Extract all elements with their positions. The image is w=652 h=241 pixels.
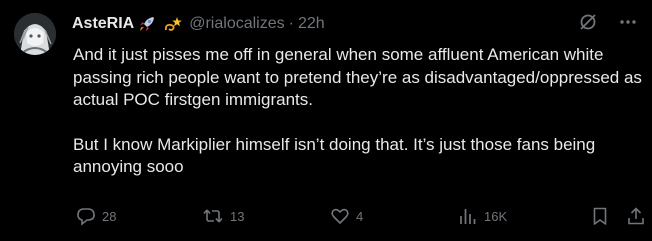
repost-count: 13: [230, 208, 245, 224]
post: AsteRIA @rialocalizes · 22h And it just …: [0, 0, 652, 241]
bookmark-button[interactable]: [590, 206, 610, 226]
timestamp[interactable]: 22h: [298, 14, 325, 34]
repost-icon: [202, 206, 224, 226]
like-icon: [330, 206, 350, 226]
user-handle[interactable]: @rialocalizes: [189, 14, 284, 34]
share-icon: [626, 206, 646, 226]
view-count: 16K: [484, 208, 508, 224]
views-icon: [458, 206, 478, 226]
post-actions: 28 13 4 16K: [72, 206, 644, 230]
display-name[interactable]: AsteRIA: [72, 14, 134, 34]
avatar[interactable]: [14, 13, 56, 55]
repost-button[interactable]: 13: [202, 206, 244, 226]
post-top-actions: [578, 12, 638, 32]
reply-button[interactable]: 28: [76, 206, 116, 226]
dizzy-emoji-icon: [163, 14, 183, 34]
post-header: AsteRIA @rialocalizes · 22h: [72, 13, 325, 35]
post-text: And it just pisses me off in general whe…: [73, 44, 643, 179]
like-button[interactable]: 4: [330, 206, 363, 226]
reply-icon: [76, 206, 96, 226]
views-button[interactable]: 16K: [458, 206, 507, 226]
post-paragraph: But I know Markiplier himself isn’t doin…: [73, 134, 596, 177]
share-button[interactable]: [626, 206, 646, 226]
reply-count: 28: [102, 208, 117, 224]
like-count: 4: [356, 208, 364, 224]
more-icon[interactable]: [618, 12, 638, 32]
rocket-emoji-icon: [137, 14, 157, 34]
grok-icon[interactable]: [578, 12, 598, 32]
post-paragraph: And it just pisses me off in general whe…: [73, 45, 642, 109]
bookmark-icon: [590, 206, 610, 226]
dot-separator: ·: [288, 15, 294, 32]
